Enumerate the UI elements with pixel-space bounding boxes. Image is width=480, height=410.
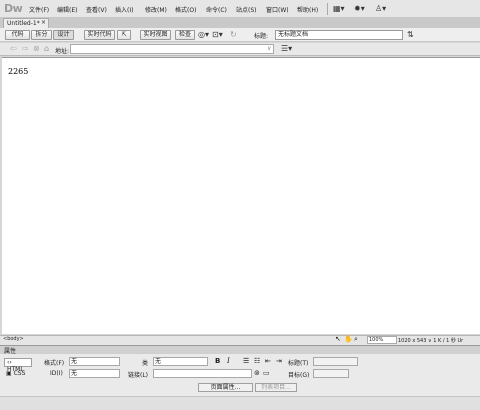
browser-preview-icon[interactable]: ◎▾ bbox=[198, 30, 209, 39]
design-view-button[interactable]: 设计 bbox=[53, 30, 74, 40]
inspect-button[interactable]: 检查 bbox=[175, 30, 195, 40]
dreamweaver-logo: Dw bbox=[4, 2, 23, 15]
css-label: CSS bbox=[13, 370, 26, 377]
live-code-button[interactable]: 实时代码 bbox=[84, 30, 115, 40]
split-view-button[interactable]: 拆分 bbox=[31, 30, 52, 40]
id-select[interactable]: 无 bbox=[69, 369, 120, 378]
page-properties-button[interactable]: 页面属性... bbox=[198, 383, 258, 392]
gear-icon[interactable]: ✹▾ bbox=[354, 4, 365, 13]
format-select[interactable]: 无 bbox=[69, 357, 120, 366]
link-input[interactable] bbox=[153, 369, 252, 378]
page-properties-label: 页面属性... bbox=[198, 383, 253, 392]
panel-footer bbox=[0, 396, 480, 410]
target-select[interactable] bbox=[313, 369, 349, 378]
zoom-select[interactable]: 100% bbox=[367, 336, 397, 344]
address-dropdown-icon[interactable]: ∨ bbox=[267, 45, 271, 52]
zoom-tool-icon[interactable]: ⌕ bbox=[354, 335, 358, 344]
css-mode-button[interactable]: ▣ CSS bbox=[6, 370, 25, 377]
menu-site[interactable]: 站点(S) bbox=[236, 5, 257, 14]
refresh-icon[interactable]: ↻ bbox=[230, 30, 237, 39]
target-label: 目标(G) bbox=[288, 372, 310, 379]
point-to-file-icon[interactable]: ⊚ bbox=[254, 369, 260, 377]
code-view-button[interactable]: 代码 bbox=[5, 30, 30, 40]
select-tool-icon[interactable]: ↖ bbox=[335, 335, 341, 343]
bold-icon[interactable]: B bbox=[215, 357, 220, 365]
menu-window[interactable]: 窗口(W) bbox=[266, 5, 289, 14]
home-icon[interactable]: ⌂ bbox=[44, 44, 49, 53]
menu-separator bbox=[327, 3, 328, 15]
live-view-button[interactable]: 实时视图 bbox=[140, 30, 171, 40]
browse-folder-icon[interactable]: ▭ bbox=[263, 369, 270, 377]
design-view[interactable] bbox=[2, 57, 480, 334]
stop-icon[interactable]: ⊗ bbox=[33, 44, 40, 53]
tag-selector[interactable]: <body> bbox=[3, 336, 24, 342]
italic-icon[interactable]: I bbox=[227, 357, 230, 365]
forward-icon[interactable]: ⇨ bbox=[22, 44, 29, 53]
address-label: 地址: bbox=[55, 48, 70, 55]
id-label: ID(I) bbox=[50, 370, 63, 377]
menu-view[interactable]: 查看(V) bbox=[86, 5, 107, 14]
file-manage-icon[interactable]: ⇅ bbox=[407, 30, 414, 39]
html-icon: ‹› bbox=[7, 359, 12, 366]
document-text[interactable]: 2265 bbox=[8, 67, 28, 76]
properties-header bbox=[0, 345, 480, 354]
unordered-list-icon[interactable]: ☰ bbox=[243, 357, 249, 365]
ordered-list-icon[interactable]: ☷ bbox=[254, 357, 260, 365]
html-mode-button[interactable]: ‹› HTML bbox=[4, 358, 32, 373]
menu-insert[interactable]: 插入(I) bbox=[115, 5, 133, 14]
layout-icon[interactable]: ▦▾ bbox=[333, 4, 345, 13]
close-icon[interactable]: × bbox=[41, 19, 46, 26]
title-input[interactable]: 无标题文档 bbox=[275, 30, 403, 40]
list-item-button[interactable]: 列表项目... bbox=[255, 383, 297, 392]
live-view-options-icon[interactable]: ☰▾ bbox=[281, 44, 292, 53]
class-select[interactable]: 无 bbox=[153, 357, 208, 366]
visual-aids-icon[interactable]: ⊡▾ bbox=[212, 30, 223, 39]
menu-modify[interactable]: 修改(M) bbox=[145, 5, 167, 14]
format-label: 格式(F) bbox=[44, 360, 65, 367]
css-icon: ▣ bbox=[6, 370, 12, 377]
outdent-icon[interactable]: ⇤ bbox=[265, 357, 271, 365]
user-icon[interactable]: ♙▾ bbox=[375, 4, 386, 13]
document-tab-bar bbox=[0, 18, 480, 28]
menu-format[interactable]: 格式(O) bbox=[175, 5, 196, 14]
menu-file[interactable]: 文件(F) bbox=[29, 5, 49, 14]
class-label: 类 bbox=[142, 360, 149, 367]
menu-help[interactable]: 帮助(H) bbox=[297, 5, 318, 14]
menu-edit[interactable]: 编辑(E) bbox=[57, 5, 77, 14]
indent-icon[interactable]: ⇥ bbox=[276, 357, 282, 365]
heading-label: 标题(T) bbox=[288, 360, 309, 367]
hand-tool-icon[interactable]: ✋ bbox=[344, 335, 353, 343]
heading-input[interactable] bbox=[313, 357, 358, 366]
address-input[interactable] bbox=[70, 44, 274, 54]
link-label: 链接(L) bbox=[128, 372, 149, 379]
title-label: 标题: bbox=[254, 33, 269, 40]
inspect-mode-icon[interactable]: ⇱ bbox=[117, 30, 131, 40]
back-icon[interactable]: ⇦ bbox=[10, 44, 17, 53]
tab-title: Untitled-1* bbox=[7, 20, 40, 27]
window-size[interactable]: 1020 x 543 ∨ 1 K / 1 秒 Ur bbox=[398, 337, 463, 344]
menu-command[interactable]: 命令(C) bbox=[206, 5, 227, 14]
